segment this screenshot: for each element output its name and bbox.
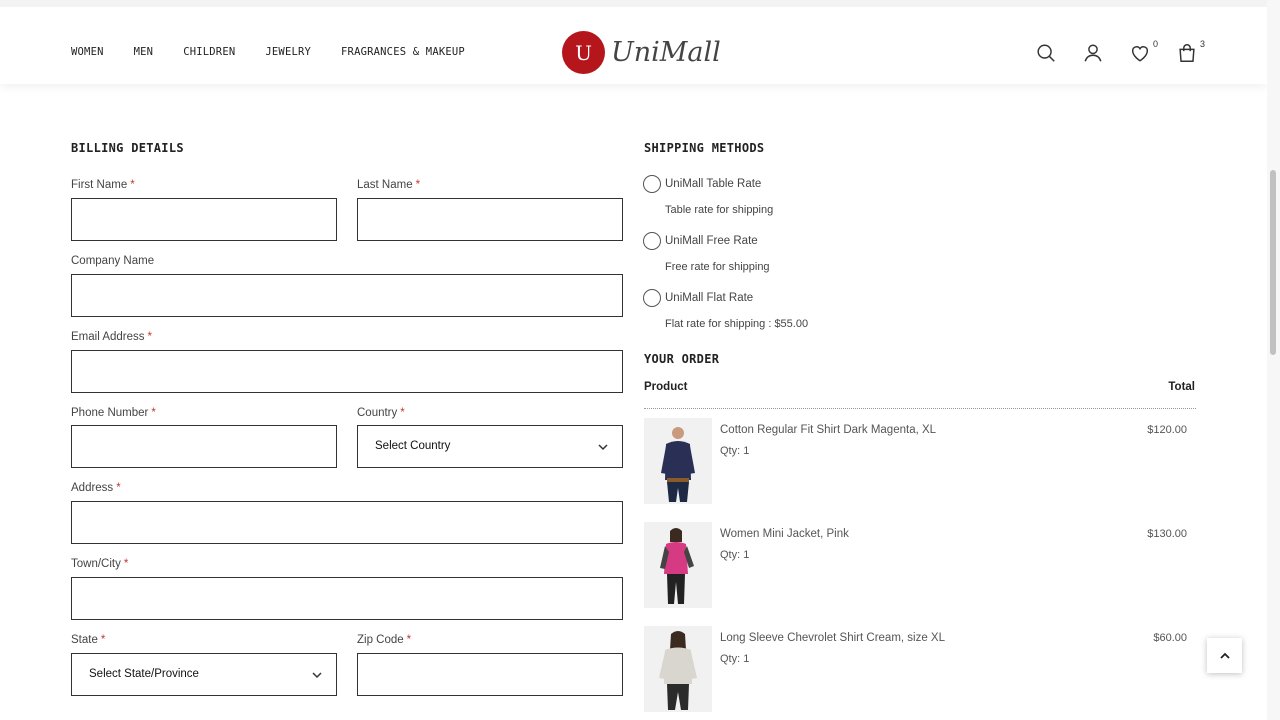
main-nav: WOMEN MEN CHILDREN JEWELRY FRAGRANCES & …	[71, 46, 495, 58]
shipping-radio-table-rate[interactable]	[643, 175, 661, 193]
town-field[interactable]	[71, 577, 623, 620]
chevron-down-icon	[312, 672, 322, 679]
shipping-radio-flat-rate[interactable]	[643, 289, 661, 307]
product-qty: Qty: 1	[720, 445, 750, 457]
address-input[interactable]	[72, 502, 622, 543]
first-name-field[interactable]	[71, 198, 337, 241]
logo-mark: U	[562, 31, 605, 74]
first-name-label: First Name *	[71, 179, 135, 191]
product-image[interactable]	[644, 522, 712, 608]
zip-field[interactable]	[357, 653, 623, 696]
shipping-title: SHIPPING METHODS	[644, 141, 765, 155]
last-name-field[interactable]	[357, 198, 623, 241]
shipping-method-name: UniMall Free Rate	[665, 235, 758, 247]
product-price: $130.00	[1147, 528, 1187, 540]
chevron-up-icon	[1219, 652, 1230, 659]
email-field[interactable]	[71, 350, 623, 393]
shipping-method-desc: Table rate for shipping	[665, 204, 774, 216]
product-name[interactable]: Cotton Regular Fit Shirt Dark Magenta, X…	[720, 424, 936, 436]
last-name-input[interactable]	[358, 199, 622, 240]
product-price: $60.00	[1153, 632, 1187, 644]
shipping-method-desc: Free rate for shipping	[665, 261, 770, 273]
product-qty: Qty: 1	[720, 653, 750, 665]
back-to-top-button[interactable]	[1207, 638, 1242, 673]
wishlist-count: 0	[1153, 39, 1159, 49]
nav-children[interactable]: CHILDREN	[183, 46, 235, 58]
company-input[interactable]	[72, 275, 622, 316]
shipping-radio-free-rate[interactable]	[643, 232, 661, 250]
cart-button[interactable]: 3	[1176, 39, 1205, 64]
cart-count: 3	[1200, 39, 1206, 49]
scrollbar-thumb[interactable]	[1270, 170, 1276, 355]
nav-jewelry[interactable]: JEWELRY	[265, 46, 311, 58]
address-field[interactable]	[71, 501, 623, 544]
page-scrollbar[interactable]	[1267, 0, 1280, 720]
product-name[interactable]: Long Sleeve Chevrolet Shirt Cream, size …	[720, 632, 945, 644]
zip-input[interactable]	[358, 654, 622, 695]
address-label: Address *	[71, 482, 121, 494]
nav-fragrances-makeup[interactable]: FRAGRANCES & MAKEUP	[341, 46, 465, 58]
phone-input[interactable]	[72, 426, 336, 467]
product-name[interactable]: Women Mini Jacket, Pink	[720, 528, 849, 540]
shipping-method-desc: Flat rate for shipping : $55.00	[665, 318, 809, 330]
logo[interactable]: U UniMall	[562, 31, 721, 74]
state-label: State *	[71, 634, 106, 646]
heart-icon	[1131, 46, 1149, 62]
product-image[interactable]	[644, 626, 712, 712]
order-col-total: Total	[1168, 381, 1195, 393]
state-select[interactable]: Select State/Province	[71, 653, 337, 696]
logo-text: UniMall	[611, 37, 721, 68]
state-select-value: Select State/Province	[89, 668, 199, 680]
site-header: WOMEN MEN CHILDREN JEWELRY FRAGRANCES & …	[0, 0, 1267, 84]
town-label: Town/City *	[71, 558, 129, 570]
town-input[interactable]	[72, 578, 622, 619]
first-name-input[interactable]	[72, 199, 336, 240]
order-title: YOUR ORDER	[644, 352, 720, 366]
email-label: Email Address *	[71, 331, 152, 343]
nav-women[interactable]: WOMEN	[71, 46, 104, 58]
product-image[interactable]	[644, 418, 712, 504]
company-field[interactable]	[71, 274, 623, 317]
order-col-product: Product	[644, 381, 688, 393]
shipping-method-name: UniMall Flat Rate	[665, 292, 754, 304]
country-label: Country *	[357, 407, 405, 419]
billing-title: BILLING DETAILS	[71, 141, 184, 155]
company-label: Company Name	[71, 255, 155, 267]
nav-men[interactable]: MEN	[134, 46, 154, 58]
phone-field[interactable]	[71, 425, 337, 468]
product-price: $120.00	[1147, 424, 1187, 436]
email-input[interactable]	[72, 351, 622, 392]
phone-label: Phone Number *	[71, 407, 156, 419]
order-divider	[644, 408, 1196, 409]
shipping-method-name: UniMall Table Rate	[665, 178, 762, 190]
search-icon[interactable]	[1035, 42, 1057, 64]
wishlist-button[interactable]: 0	[1129, 39, 1158, 64]
chevron-down-icon	[598, 444, 608, 451]
zip-label: Zip Code *	[357, 634, 412, 646]
product-qty: Qty: 1	[720, 549, 750, 561]
country-select-value: Select Country	[375, 440, 451, 452]
bag-icon	[1179, 44, 1195, 62]
user-icon[interactable]	[1082, 42, 1104, 64]
country-select[interactable]: Select Country	[357, 425, 623, 468]
last-name-label: Last Name *	[357, 179, 421, 191]
